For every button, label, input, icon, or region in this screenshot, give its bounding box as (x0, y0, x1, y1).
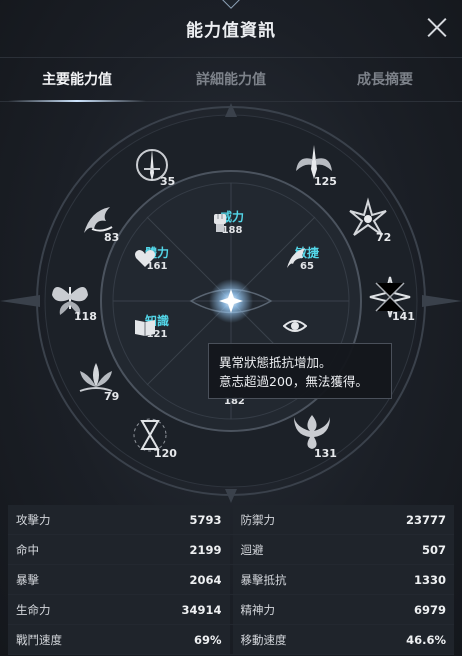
stat-label: 精神力 (240, 602, 276, 617)
stat-cell[interactable]: 命中 2199 (8, 535, 230, 564)
stat-value: 79 (104, 390, 120, 403)
stat-label: 生命力 (16, 602, 51, 617)
table-row: 戰鬥速度 69% 移動速度 46.6% (8, 625, 454, 655)
stat-value: 118 (74, 310, 97, 323)
tab-bar: 主要能力值 詳細能力值 成長摘要 (0, 58, 462, 102)
window-title: 能力值資訊 (186, 21, 276, 41)
stat-cell[interactable]: 移動速度 46.6% (232, 625, 454, 654)
stat-label: 移動速度 (240, 632, 287, 647)
stat-value: 141 (392, 310, 415, 323)
stat-value: 125 (314, 175, 337, 188)
tab-main-stats[interactable]: 主要能力值 (0, 58, 154, 102)
stat-cell[interactable]: 精神力 6979 (232, 595, 454, 624)
stat-number: 5793 (189, 512, 222, 527)
stat-label: 命中 (16, 542, 39, 557)
attribute-vitality[interactable]: 體力 161 (133, 246, 181, 274)
stat-label: 戰鬥速度 (16, 632, 62, 647)
attribute-knowledge[interactable]: 知識 121 (133, 314, 181, 342)
attribute-power[interactable]: 威力 188 (208, 210, 256, 238)
stat-number: 23777 (405, 512, 446, 527)
eye-icon (283, 320, 307, 332)
stat-number: 34914 (181, 602, 222, 617)
stat-label: 暴擊 (16, 572, 39, 587)
stat-cell[interactable]: 防禦力 23777 (232, 505, 454, 534)
stat-number: 46.6% (406, 632, 446, 647)
stat-cell[interactable]: 暴擊抵抗 1330 (232, 565, 454, 594)
book-icon (135, 320, 155, 336)
tooltip-line: 異常狀態抵抗增加。 (219, 355, 332, 370)
attribute-tooltip: 異常狀態抵抗增加。 意志超過200，無法獲得。 (208, 343, 392, 399)
stat-label: 迴避 (240, 542, 264, 557)
tab-growth-summary[interactable]: 成長摘要 (308, 58, 462, 101)
stat-cell[interactable]: 生命力 34914 (8, 595, 230, 624)
stats-table: 攻擊力 5793 防禦力 23777 命中 2199 迴避 507 暴擊 2064 暴擊抵… (8, 505, 454, 655)
stat-label: 暴擊抵抗 (240, 572, 287, 587)
stat-label: 攻擊力 (16, 512, 51, 527)
feather-icon (287, 248, 305, 268)
stat-cell[interactable]: 攻擊力 5793 (8, 505, 230, 534)
ornament-gem (221, 0, 241, 9)
stat-wheel: 35 125 83 72 118 141 79 120 131 威力 188 體… (0, 103, 462, 503)
stat-number: 1330 (413, 572, 446, 587)
stat-value: 72 (376, 231, 392, 244)
table-row: 攻擊力 5793 防禦力 23777 (8, 505, 454, 535)
fist-icon (214, 214, 226, 232)
stat-cell[interactable]: 暴擊 2064 (8, 565, 230, 594)
title-bar: 能力值資訊 (0, 0, 462, 58)
stat-number: 6979 (413, 602, 446, 617)
stat-value: 83 (104, 231, 120, 244)
stat-label: 防禦力 (240, 512, 276, 527)
close-icon[interactable] (426, 16, 448, 38)
stat-cell[interactable]: 迴避 507 (232, 535, 454, 564)
tooltip-line: 意志超過200，無法獲得。 (219, 374, 368, 389)
attribute-agility[interactable]: 敏捷 65 (283, 246, 331, 274)
table-row: 暴擊 2064 暴擊抵抗 1330 (8, 565, 454, 595)
stat-number: 507 (421, 542, 446, 557)
stat-value: 131 (314, 447, 337, 460)
stat-number: 69% (193, 632, 222, 647)
stat-number: 2199 (189, 542, 222, 557)
table-row: 生命力 34914 精神力 6979 (8, 595, 454, 625)
stats-window: 能力值資訊 主要能力值 詳細能力值 成長摘要 35 125 83 72 118 … (0, 0, 462, 656)
stat-value: 35 (160, 175, 176, 188)
stat-number: 2064 (189, 572, 222, 587)
tab-detailed-stats[interactable]: 詳細能力值 (154, 58, 308, 101)
stat-cell[interactable]: 戰鬥速度 69% (8, 625, 230, 654)
stat-value: 120 (154, 447, 177, 460)
heart-icon (135, 250, 155, 267)
table-row: 命中 2199 迴避 507 (8, 535, 454, 565)
